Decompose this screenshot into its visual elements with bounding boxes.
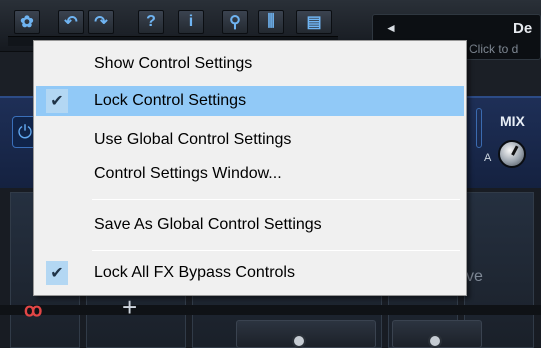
menu-item-show-control-settings[interactable]: Show Control Settings (36, 49, 464, 79)
menu-item-label: Lock Control Settings (94, 92, 247, 109)
preset-name: De (513, 20, 533, 37)
info-icon[interactable]: i (178, 10, 204, 34)
slot-control[interactable] (236, 320, 376, 348)
preset-hint: Click to d (469, 42, 519, 56)
search-icon[interactable]: ⚲ (222, 10, 248, 34)
redo-icon[interactable]: ↷ (88, 10, 114, 34)
mix-knob[interactable] (498, 140, 526, 168)
menu-item-label: Control Settings Window... (94, 165, 282, 182)
slot-knob[interactable] (292, 334, 306, 348)
gear-icon[interactable]: ✿ (14, 10, 40, 34)
meter-icon[interactable]: ⫼ (258, 10, 284, 34)
mix-a-label: A (484, 152, 492, 164)
undo-icon[interactable]: ↶ (58, 10, 84, 34)
menu-item-lock-control-settings[interactable]: ✔ Lock Control Settings (36, 86, 464, 116)
help-icon[interactable]: ? (138, 10, 164, 34)
slot-partial-label: ve (466, 268, 483, 285)
menu-item-label: Lock All FX Bypass Controls (94, 264, 295, 281)
control-settings-menu: Show Control Settings ✔ Lock Control Set… (33, 40, 467, 296)
menu-item-save-as-global-control-settings[interactable]: Save As Global Control Settings (36, 210, 464, 240)
preset-prev-icon[interactable]: ◄ (385, 21, 397, 35)
mix-label: MIX (500, 113, 525, 129)
menu-item-use-global-control-settings[interactable]: Use Global Control Settings (36, 125, 464, 155)
slot-knob[interactable] (428, 334, 442, 348)
panel-slider[interactable] (476, 108, 482, 148)
keyboard-icon[interactable]: ▤ (296, 10, 332, 34)
menu-separator (92, 199, 460, 200)
menu-item-lock-all-fx-bypass-controls[interactable]: ✔ Lock All FX Bypass Controls (36, 258, 464, 288)
checkmark-icon: ✔ (46, 89, 68, 113)
io-link-icon[interactable]: ꝏ (24, 300, 42, 321)
checkmark-icon: ✔ (46, 261, 68, 285)
menu-item-label: Show Control Settings (94, 55, 253, 72)
menu-item-label: Save As Global Control Settings (94, 216, 322, 233)
menu-separator (92, 250, 460, 251)
menu-item-control-settings-window[interactable]: Control Settings Window... (36, 159, 464, 189)
add-effect-icon[interactable]: + (122, 292, 137, 323)
rack-rail (0, 305, 541, 315)
menu-item-label: Use Global Control Settings (94, 131, 292, 148)
